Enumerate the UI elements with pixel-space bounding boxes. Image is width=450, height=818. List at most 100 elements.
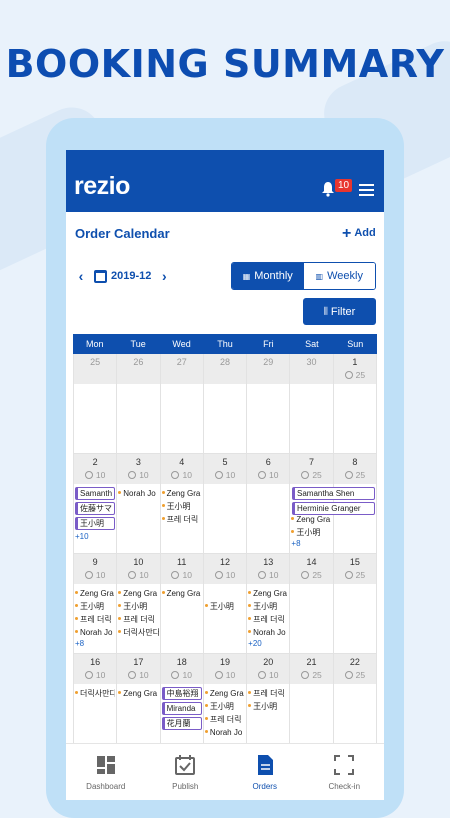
chevron-left-icon[interactable]: ‹: [74, 268, 88, 284]
booking-item[interactable]: 王小明: [161, 500, 202, 513]
day-cell[interactable]: 4 10 Zeng Gra 王小明 프레 더릭: [160, 454, 204, 554]
capacity-value: 10: [139, 570, 149, 580]
day-events: 프레 더릭 王小明: [248, 687, 288, 713]
day-cell[interactable]: 22 25: [333, 654, 377, 754]
current-month[interactable]: 2019-12: [111, 270, 151, 282]
booking-item[interactable]: Zeng Gra: [118, 587, 158, 600]
booking-item[interactable]: 프레 더릭: [204, 713, 245, 726]
day-events: Norah Jo: [118, 487, 158, 500]
day-cell[interactable]: 9 10 Zeng Gra 王小明 프레 더릭 Norah Jo +8: [74, 554, 118, 654]
booking-item[interactable]: Norah Jo: [118, 487, 158, 500]
booking-item[interactable]: 프레 더릭: [161, 513, 202, 526]
booking-item[interactable]: 프레 더릭: [248, 687, 288, 700]
booking-item[interactable]: 王小明: [75, 517, 116, 530]
weekly-view-button[interactable]: ▥ Weekly: [303, 263, 375, 289]
booking-name: Zeng Gra: [166, 589, 201, 598]
day-cell[interactable]: 5 10: [203, 454, 248, 554]
booking-item[interactable]: 프레 더릭: [75, 613, 115, 626]
add-button[interactable]: + Add: [342, 225, 376, 243]
booking-item[interactable]: 더릭사만다: [118, 626, 159, 639]
day-cell[interactable]: 27: [160, 354, 204, 454]
booking-item[interactable]: Samanth: [75, 487, 116, 500]
day-cell[interactable]: 18 10 中島裕翔 Miranda 花月蘭: [160, 654, 204, 754]
booking-name: Samanth: [80, 489, 113, 498]
more-bookings-link[interactable]: +8: [291, 539, 331, 548]
booking-item[interactable]: 더릭사만다: [75, 687, 115, 700]
day-cell[interactable]: 20 10 프레 더릭 王小明: [247, 654, 291, 754]
day-cell[interactable]: 12 10 王小明: [203, 554, 248, 654]
booking-item[interactable]: Norah Jo: [75, 626, 115, 639]
booking-item[interactable]: Zeng Gra: [204, 687, 245, 700]
day-events: 中島裕翔 Miranda 花月蘭: [161, 687, 202, 732]
capacity-value: 10: [182, 570, 192, 580]
booking-item[interactable]: 프레 더릭: [118, 613, 158, 626]
tab-publish[interactable]: Publish: [146, 744, 226, 800]
capacity-value: 25: [355, 570, 366, 580]
booking-item[interactable]: 王小明: [248, 600, 288, 613]
multi-day-booking[interactable]: Samantha Shen: [292, 487, 375, 500]
day-cell[interactable]: 3 10 Norah Jo: [117, 454, 161, 554]
booking-item[interactable]: 花月蘭: [161, 717, 202, 730]
day-cell[interactable]: 21 25: [290, 654, 334, 754]
tab-checkin[interactable]: Check-in: [305, 744, 385, 800]
day-cell[interactable]: 10 10 Zeng Gra 王小明 프레 더릭 더릭사만다: [117, 554, 161, 654]
booking-item[interactable]: Zeng Gra: [118, 687, 158, 700]
more-bookings-link[interactable]: +20: [248, 639, 288, 648]
day-cell[interactable]: 13 10 Zeng Gra 王小明 프레 더릭 Norah Jo +20: [247, 554, 291, 654]
day-cell[interactable]: 6 10: [247, 454, 291, 554]
monthly-view-button[interactable]: ▦ Monthly: [232, 263, 304, 289]
multi-day-booking[interactable]: Herminie Granger: [292, 502, 375, 515]
day-cell[interactable]: 14 25: [290, 554, 334, 654]
booking-item[interactable]: Norah Jo: [204, 726, 245, 739]
booking-item[interactable]: 王小明: [75, 600, 115, 613]
capacity-value: 25: [312, 470, 322, 480]
booking-item[interactable]: 王小明: [204, 700, 245, 713]
more-bookings-link[interactable]: +8: [75, 639, 115, 648]
booking-item[interactable]: 王小明: [248, 700, 288, 713]
more-bookings-link[interactable]: +10: [75, 532, 115, 541]
booking-item[interactable]: Zeng Gra: [248, 587, 288, 600]
hamburger-menu-icon[interactable]: [359, 184, 374, 196]
booking-item[interactable]: 中島裕翔: [161, 687, 202, 700]
plus-icon: +: [342, 225, 352, 242]
day-cell[interactable]: 25: [74, 354, 118, 454]
booking-item[interactable]: 王小明: [204, 600, 245, 613]
view-toggle: ▦ Monthly ▥ Weekly: [231, 262, 376, 290]
booking-item[interactable]: 프레 더릭: [248, 613, 288, 626]
day-capacity: 25: [334, 370, 376, 380]
calendar-icon[interactable]: [94, 269, 107, 283]
day-cell[interactable]: 17 10 Zeng Gra: [117, 654, 161, 754]
booking-item[interactable]: 佐藤サマ: [75, 502, 116, 515]
filter-button[interactable]: ⫼ Filter: [303, 298, 376, 325]
day-cell[interactable]: 19 10 Zeng Gra 王小明 프레 더릭 Norah Jo: [203, 654, 248, 754]
day-cell[interactable]: 30: [290, 354, 334, 454]
day-cell[interactable]: 15 25: [333, 554, 377, 654]
tab-dashboard[interactable]: Dashboard: [66, 744, 146, 800]
booking-item[interactable]: Miranda: [161, 702, 202, 715]
day-number: 21: [306, 657, 317, 667]
tab-orders[interactable]: Orders: [225, 744, 305, 800]
day-cell[interactable]: 16 10 더릭사만다: [74, 654, 118, 754]
booking-item[interactable]: Zeng Gra: [161, 487, 202, 500]
day-cell[interactable]: 26: [117, 354, 161, 454]
day-cell[interactable]: 29: [247, 354, 291, 454]
person-icon: [344, 671, 353, 679]
booking-name: Norah Jo: [123, 489, 156, 498]
day-cell[interactable]: 1 25: [333, 354, 377, 454]
booking-item[interactable]: Norah Jo: [248, 626, 288, 639]
booking-item[interactable]: Zeng Gra: [75, 587, 115, 600]
booking-name: 프레 더릭: [209, 715, 242, 724]
day-cell[interactable]: 2 10 Samanth 佐藤サマ 王小明 +10: [74, 454, 118, 554]
booking-item[interactable]: 王小明: [118, 600, 158, 613]
chevron-right-icon[interactable]: ›: [157, 268, 171, 284]
booking-item[interactable]: 王小明: [291, 526, 331, 539]
day-cell[interactable]: 11 10 Zeng Gra: [160, 554, 204, 654]
bell-icon[interactable]: [320, 181, 336, 197]
person-icon: [214, 471, 223, 479]
day-cell[interactable]: 28: [203, 354, 248, 454]
day-number: 28: [219, 357, 230, 367]
booking-name: 王小明: [80, 519, 104, 528]
booking-name: Zeng Gra: [123, 689, 158, 698]
booking-item[interactable]: Zeng Gra: [161, 587, 202, 600]
capacity-value: 10: [95, 670, 106, 680]
